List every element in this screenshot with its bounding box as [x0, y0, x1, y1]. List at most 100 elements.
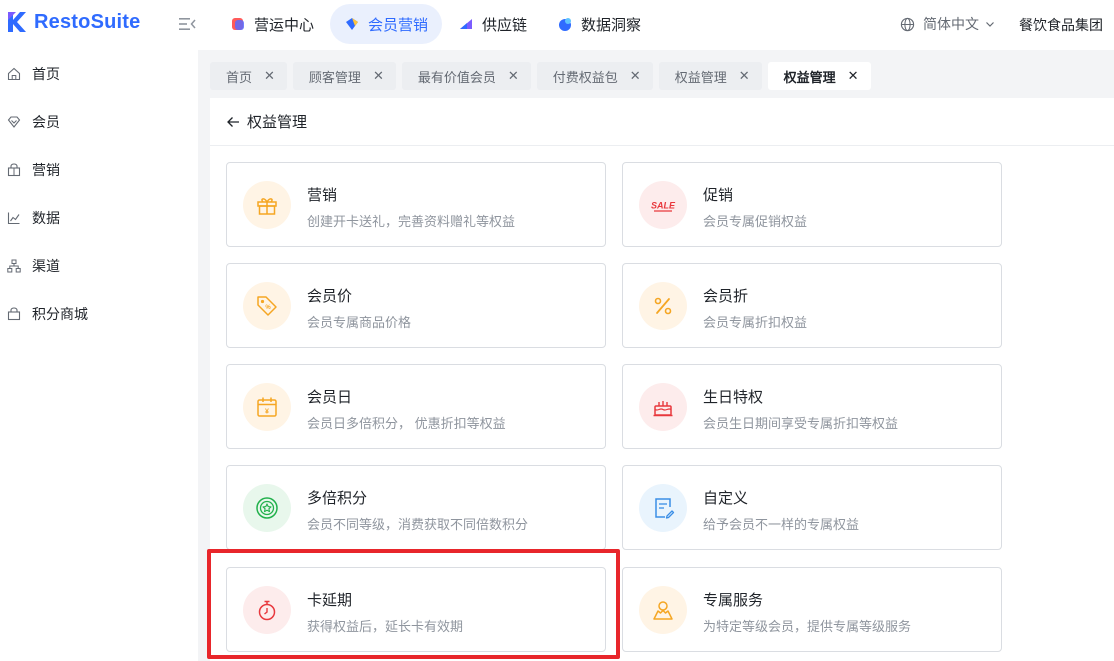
sidebar-item-member[interactable]: 会员 [0, 102, 198, 142]
card-title: 营销 [307, 187, 338, 204]
page-tab-most-valuable-members[interactable]: 最有价值会员 ✕ [401, 62, 531, 90]
benefit-card-member-price[interactable]: % 会员价 会员专属商品价格 [226, 263, 606, 348]
benefit-card-card-extension[interactable]: 卡延期 获得权益后，延长卡有效期 [226, 567, 606, 652]
benefit-card-member-day[interactable]: ¥ 会员日 会员日多倍积分， 优惠折扣等权益 [226, 364, 606, 449]
benefit-card-exclusive-service[interactable]: 专属服务 为特定等级会员，提供专属等级服务 [622, 567, 1002, 652]
member-marketing-icon [346, 18, 359, 30]
close-icon[interactable]: ✕ [739, 68, 750, 84]
main-nav: 营运中心 会员营销 供应链 数据洞察 [216, 4, 657, 44]
card-title: 会员折 [703, 288, 749, 305]
page-tab-benefit-management-active[interactable]: 权益管理 ✕ [767, 62, 871, 90]
sidebar-collapse-icon[interactable] [178, 16, 196, 32]
language-label: 简体中文 [923, 16, 979, 32]
chart-icon [7, 212, 20, 225]
content-panel: 权益管理 营销 创建开卡送礼，完善资料赠礼等权益 SALE 促销 会员专属促销权… [210, 98, 1114, 661]
price-tag-icon: % [257, 296, 277, 316]
page-tab-strip: 首页 ✕ 顾客管理 ✕ 最有价值会员 ✕ 付费权益包 ✕ 权益管理 ✕ 权益管理… [210, 62, 877, 90]
app-name: RestoSuite [34, 10, 141, 33]
data-insight-icon [559, 18, 572, 31]
sidebar-item-home[interactable]: 首页 [0, 54, 198, 94]
benefit-card-marketing[interactable]: 营销 创建开卡送礼，完善资料赠礼等权益 [226, 162, 606, 247]
nav-tab-operations[interactable]: 营运中心 [216, 4, 328, 44]
card-title: 自定义 [703, 490, 749, 507]
language-selector[interactable]: 简体中文 [900, 14, 995, 34]
service-icon [653, 601, 673, 620]
card-description: 给予会员不一样的专属权益 [703, 517, 860, 532]
card-description: 会员专属折扣权益 [703, 315, 808, 330]
close-icon[interactable]: ✕ [508, 68, 519, 84]
sidebar-item-points-mall[interactable]: 积分商城 [0, 294, 198, 334]
page-tab-benefit-management[interactable]: 权益管理 ✕ [658, 62, 762, 90]
close-icon[interactable]: ✕ [373, 68, 384, 84]
close-icon[interactable]: ✕ [264, 68, 275, 84]
globe-icon [900, 17, 915, 31]
card-title: 卡延期 [307, 592, 353, 609]
card-description: 会员专属促销权益 [703, 214, 808, 229]
card-icon-wrap [639, 282, 687, 330]
benefit-card-birthday[interactable]: 生日特权 会员生日期间享受专属折扣等权益 [622, 364, 1002, 449]
home-icon [7, 67, 21, 81]
sale-icon: SALE [651, 198, 676, 212]
nav-tab-data-insight[interactable]: 数据洞察 [543, 4, 655, 44]
calendar-icon: ¥ [257, 397, 277, 417]
svg-text:%: % [265, 305, 271, 311]
svg-text:SALE: SALE [651, 201, 676, 211]
cake-icon [653, 401, 673, 417]
page-tab-customer-management[interactable]: 顾客管理 ✕ [292, 62, 396, 90]
chevron-down-icon [986, 22, 994, 27]
sidebar-item-marketing[interactable]: 营销 [0, 150, 198, 190]
card-icon-wrap [243, 181, 291, 229]
company-name[interactable]: 餐饮食品集团 [1019, 15, 1103, 35]
member-icon [7, 116, 21, 128]
card-title: 促销 [703, 187, 734, 204]
benefit-card-promotion[interactable]: SALE 促销 会员专属促销权益 [622, 162, 1002, 247]
page-title: 权益管理 [247, 114, 308, 131]
card-title: 专属服务 [703, 592, 764, 609]
card-icon-wrap [639, 586, 687, 634]
back-arrow-icon[interactable] [226, 115, 240, 129]
card-title: 会员日 [307, 389, 353, 406]
benefit-card-member-discount[interactable]: 会员折 会员专属折扣权益 [622, 263, 1002, 348]
edit-doc-icon [655, 498, 675, 519]
card-description: 会员专属商品价格 [307, 315, 412, 330]
benefit-card-custom[interactable]: 自定义 给予会员不一样的专属权益 [622, 465, 1002, 550]
marketing-icon [7, 163, 21, 177]
page-tab-paid-benefit-pack[interactable]: 付费权益包 ✕ [536, 62, 653, 90]
card-icon-wrap [243, 484, 291, 532]
card-title: 生日特权 [703, 389, 764, 406]
page-tab-home[interactable]: 首页 ✕ [210, 62, 287, 90]
close-icon[interactable]: ✕ [630, 68, 641, 84]
card-icon-wrap: ¥ [243, 383, 291, 431]
close-icon[interactable]: ✕ [848, 68, 859, 84]
card-icon-wrap: SALE [639, 181, 687, 229]
sidebar-item-data[interactable]: 数据 [0, 198, 198, 238]
card-description: 为特定等级会员，提供专属等级服务 [703, 619, 912, 634]
nav-tab-supply-chain[interactable]: 供应链 [444, 4, 541, 44]
points-mall-icon [7, 307, 21, 321]
sidebar-item-channel[interactable]: 渠道 [0, 246, 198, 286]
card-icon-wrap [639, 484, 687, 532]
top-header: RestoSuite 营运中心 会员营销 供应链 数据洞察 简体中文 餐饮食品集… [0, 0, 1114, 50]
card-title: 会员价 [307, 288, 353, 305]
channel-icon [7, 259, 21, 273]
card-icon-wrap [243, 586, 291, 634]
restosuite-logo-icon [8, 12, 26, 32]
sidebar: 首页 会员 营销 数据 渠道 积分商城 [0, 50, 198, 661]
card-icon-wrap [639, 383, 687, 431]
card-description: 会员生日期间享受专属折扣等权益 [703, 416, 899, 431]
card-description: 会员日多倍积分， 优惠折扣等权益 [307, 416, 506, 431]
stopwatch-icon [258, 600, 276, 621]
percent-icon [654, 297, 672, 315]
card-description: 会员不同等级，消费获取不同倍数积分 [307, 517, 529, 532]
card-icon-wrap: % [243, 282, 291, 330]
nav-tab-member-marketing[interactable]: 会员营销 [330, 4, 443, 44]
card-description: 创建开卡送礼，完善资料赠礼等权益 [307, 214, 516, 229]
star-medal-icon [256, 497, 278, 519]
supply-chain-icon [460, 19, 473, 29]
app-logo[interactable]: RestoSuite [6, 10, 140, 34]
card-description: 获得权益后，延长卡有效期 [307, 619, 464, 634]
benefit-card-multiplied-points[interactable]: 多倍积分 会员不同等级，消费获取不同倍数积分 [226, 465, 606, 550]
page-header: 权益管理 [210, 98, 1114, 146]
svg-text:¥: ¥ [265, 409, 269, 416]
card-title: 多倍积分 [307, 490, 368, 507]
